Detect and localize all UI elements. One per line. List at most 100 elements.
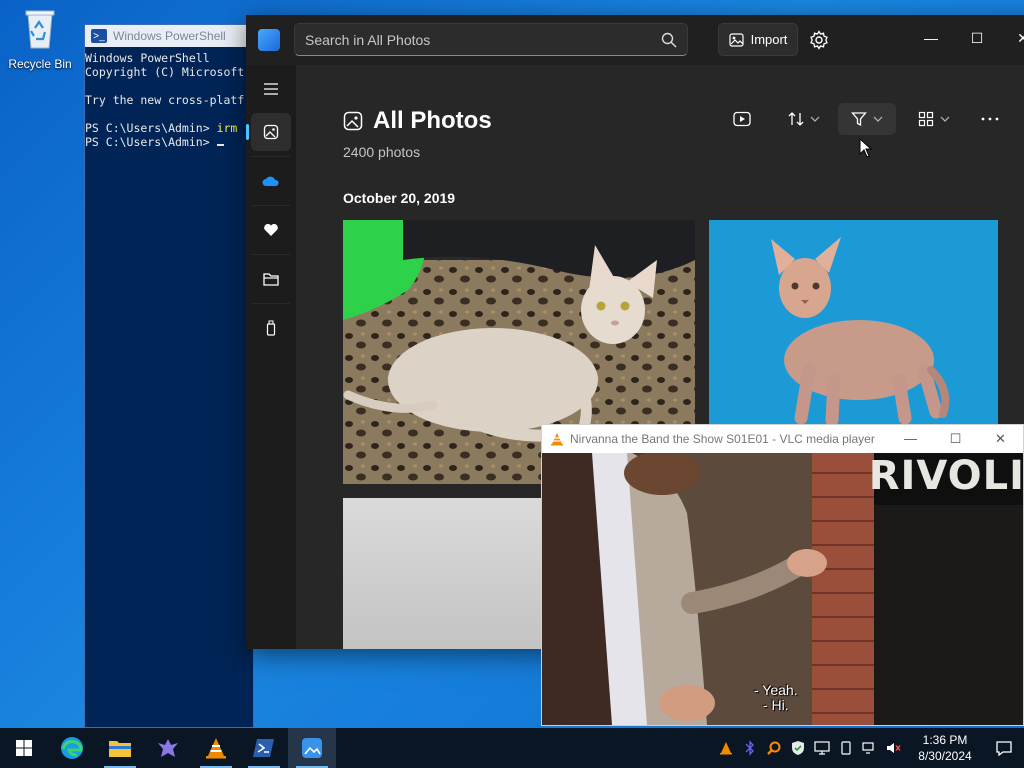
photos-app-icon [302,738,322,758]
photos-toolbar [724,103,1008,135]
close-icon[interactable]: ✕ [978,431,1023,447]
sidebar-item-folders[interactable] [251,260,291,298]
sort-button[interactable] [776,103,832,135]
tray-volume[interactable] [882,728,906,768]
window-controls: — ☐ ✕ [908,21,1024,55]
clock-date: 8/30/2024 [918,749,972,763]
recycle-bin-icon [25,10,55,49]
chevron-down-icon [873,116,883,122]
taskbar-app-bird[interactable] [144,728,192,768]
vlc-titlebar[interactable]: Nirvanna the Band the Show S01E01 - VLC … [542,425,1023,453]
powershell-console[interactable]: Windows PowerShell Copyright (C) Microsof… [85,47,253,149]
grid-view-icon [918,111,934,127]
folder-icon [263,273,279,286]
minimize-icon[interactable]: — [888,431,933,447]
filter-button[interactable] [838,103,896,135]
video-subtitle: - Yeah. - Hi. [754,682,798,713]
sidebar-item-favorites[interactable] [251,211,291,249]
taskbar-photos[interactable] [288,728,336,768]
import-label: Import [750,32,788,47]
console-line: Copyright (C) Microsoft [85,65,245,79]
clock-time: 1:36 PM [922,733,968,747]
import-button[interactable]: Import [718,23,798,56]
menu-hamburger-button[interactable] [251,70,291,108]
tray-device[interactable] [834,728,858,768]
vlc-window[interactable]: Nirvanna the Band the Show S01E01 - VLC … [541,424,1024,726]
video-frame[interactable]: RIVOLI - Yeah. - Hi. [542,453,1023,725]
powershell-titlebar[interactable]: >_ Windows PowerShell [85,25,253,47]
tray-bluetooth[interactable] [738,728,762,768]
powershell-title: Windows PowerShell [113,29,226,43]
console-cursor [216,144,224,146]
vlc-window-controls: — ☐ ✕ [888,431,1023,447]
tray-vlc[interactable] [714,728,738,768]
tray-display[interactable] [858,728,882,768]
heart-icon [264,223,278,236]
taskbar-file-explorer[interactable] [96,728,144,768]
maximize-icon[interactable]: ☐ [954,21,1000,55]
sidebar-divider [252,303,290,304]
notification-center-button[interactable] [984,728,1024,768]
more-options-button[interactable] [972,103,1008,135]
clock[interactable]: 1:36 PM 8/30/2024 [906,732,984,764]
bluetooth-icon [745,740,754,756]
powershell-icon [253,739,274,757]
console-prompt-line: PS C:\Users\Admin> irm [85,121,253,135]
view-options-button[interactable] [906,103,962,135]
minimize-icon[interactable]: — [908,21,954,55]
tray-search-app[interactable] [762,728,786,768]
recycle-bin-label: Recycle Bin [8,57,72,71]
tray-security[interactable] [786,728,810,768]
bird-app-icon [158,739,178,757]
close-icon[interactable]: ✕ [1000,21,1024,55]
photos-titlebar[interactable]: Import — ☐ ✕ [246,15,1024,65]
sidebar-item-usb-drive[interactable] [251,309,291,347]
console-prompt: PS C:\Users\Admin> [85,121,217,135]
search-icon[interactable] [661,32,677,48]
slideshow-button[interactable] [724,103,760,135]
usb-drive-icon [266,320,276,336]
filter-funnel-icon [851,112,867,127]
slideshow-play-icon [733,111,751,127]
settings-gear-icon[interactable] [808,29,830,51]
sort-arrows-icon [788,112,804,126]
sidebar-item-onedrive[interactable] [251,162,291,200]
sidebar-item-all-photos[interactable] [246,113,291,151]
console-line: ​ [85,79,253,93]
powershell-window[interactable]: >_ Windows PowerShell Windows PowerShell… [84,24,254,728]
start-button[interactable] [0,728,48,768]
console-prompt: PS C:\Users\Admin> [85,135,217,149]
search-box[interactable] [294,23,688,56]
magnifier-app-icon [767,741,781,755]
notification-icon [996,741,1012,756]
network-icon [814,741,830,755]
console-line: Windows PowerShell [85,51,210,65]
search-input[interactable] [305,31,661,48]
rivoli-sign: RIVOLI [868,453,1023,499]
file-explorer-folder-icon [109,741,131,757]
monitor-icon [862,742,874,754]
shield-icon [792,741,804,755]
windows-logo-icon [16,740,32,756]
device-icon [841,741,851,755]
edge-browser-icon [61,737,83,759]
tray-network[interactable] [810,728,834,768]
photos-sidebar [246,65,296,649]
recycle-bin-shortcut[interactable]: Recycle Bin [4,6,76,71]
taskbar-powershell[interactable] [240,728,288,768]
photo-gallery-icon [263,124,279,140]
chevron-down-icon [810,116,820,122]
powershell-icon: >_ [91,29,107,43]
console-prompt-line: PS C:\Users\Admin> [85,135,253,149]
maximize-icon[interactable]: ☐ [933,431,978,447]
more-ellipsis-icon [981,117,999,121]
page-heading: All Photos [343,107,492,135]
taskbar-edge[interactable] [48,728,96,768]
photo-count: 2400 photos [343,144,421,160]
chevron-down-icon [940,116,950,122]
taskbar-vlc[interactable] [192,728,240,768]
vlc-title: Nirvanna the Band the Show S01E01 - VLC … [570,432,875,446]
sidebar-divider [252,156,290,157]
sidebar-divider [252,205,290,206]
page-title: All Photos [373,107,492,134]
